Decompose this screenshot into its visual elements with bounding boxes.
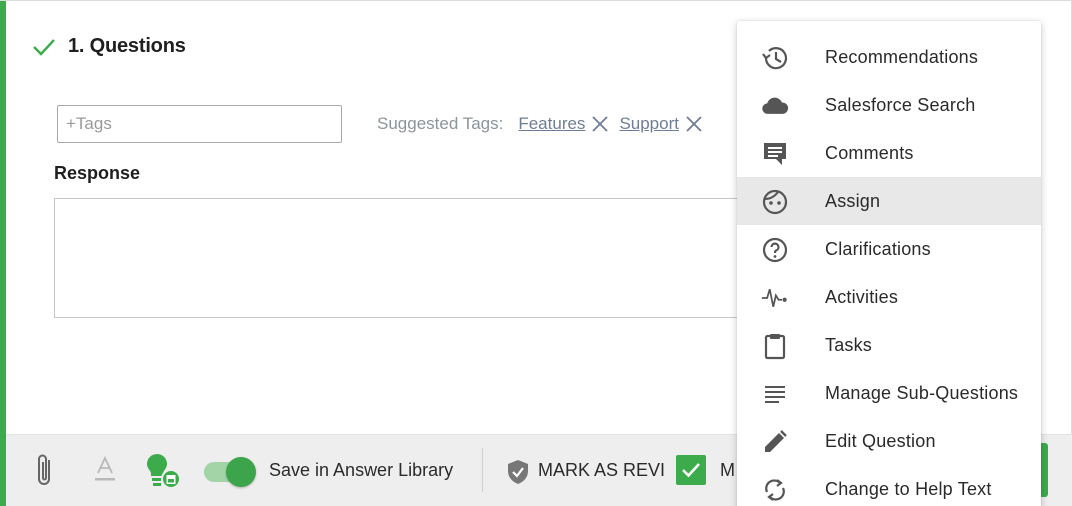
menu-item-label: Change to Help Text	[825, 478, 992, 499]
cloud-icon	[761, 92, 789, 120]
menu-item-change-to-help-text[interactable]: Change to Help Text	[737, 465, 1041, 506]
menu-item-label: Recommendations	[825, 46, 979, 67]
lightbulb-save-icon[interactable]	[144, 451, 184, 491]
actions-menu: Recommendations Salesforce Search Commen…	[737, 21, 1041, 506]
menu-item-label: Activities	[825, 286, 899, 307]
menu-item-tasks[interactable]: Tasks	[737, 321, 1041, 369]
menu-item-label: Edit Question	[825, 430, 936, 451]
menu-item-label: Manage Sub-Questions	[825, 382, 1019, 403]
mark-reviewed-button[interactable]: MARK AS REVI	[538, 460, 665, 481]
paperclip-icon[interactable]	[32, 452, 58, 490]
face-icon	[761, 188, 789, 216]
response-label: Response	[54, 163, 141, 183]
menu-item-activities[interactable]: Activities	[737, 273, 1041, 321]
tag-link-features[interactable]: Features	[518, 114, 585, 134]
suggested-tags: Suggested Tags: Features Support	[377, 114, 713, 134]
clipboard-icon	[761, 332, 789, 360]
menu-item-manage-sub-questions[interactable]: Manage Sub-Questions	[737, 369, 1041, 417]
menu-item-recommendations[interactable]: Recommendations	[737, 33, 1041, 81]
question-card: 1. Questions Suggested Tags: Features Su…	[0, 0, 1072, 506]
menu-item-clarifications[interactable]: Clarifications	[737, 225, 1041, 273]
checkbox-label: M	[720, 460, 735, 480]
toggle-knob	[226, 457, 256, 487]
pulse-icon	[761, 284, 789, 312]
save-in-library-toggle[interactable]	[204, 457, 258, 487]
shield-check-icon	[506, 458, 530, 486]
question-title: 1. Questions	[68, 35, 186, 57]
pencil-icon	[761, 428, 789, 456]
tags-input[interactable]	[57, 105, 342, 143]
toolbar-divider	[482, 448, 483, 492]
checkbox-checked[interactable]	[676, 455, 706, 485]
close-icon[interactable]	[591, 115, 609, 133]
history-icon	[761, 44, 789, 72]
suggested-tag: Features	[518, 114, 609, 134]
sync-icon	[761, 476, 789, 504]
save-in-library-label: Save in Answer Library	[269, 460, 454, 480]
menu-item-label: Comments	[825, 142, 914, 163]
menu-item-assign[interactable]: Assign	[737, 177, 1041, 225]
question-header: 1. Questions	[32, 35, 186, 58]
menu-item-label: Tasks	[825, 334, 873, 355]
tag-link-support[interactable]: Support	[619, 114, 679, 134]
menu-item-label: Assign	[825, 190, 881, 211]
menu-item-edit-question[interactable]: Edit Question	[737, 417, 1041, 465]
menu-item-comments[interactable]: Comments	[737, 129, 1041, 177]
suggested-tags-label: Suggested Tags:	[377, 114, 504, 133]
status-accent-bar	[0, 1, 6, 506]
help-circle-icon	[761, 236, 789, 264]
text-format-icon[interactable]	[92, 455, 118, 485]
menu-item-label: Clarifications	[825, 238, 931, 259]
menu-item-salesforce-search[interactable]: Salesforce Search	[737, 81, 1041, 129]
comment-icon	[761, 140, 789, 168]
response-editor[interactable]	[54, 198, 814, 318]
lines-icon	[761, 380, 789, 408]
suggested-tag: Support	[619, 114, 703, 134]
menu-item-label: Salesforce Search	[825, 94, 976, 115]
check-icon	[32, 37, 56, 57]
close-icon[interactable]	[685, 115, 703, 133]
